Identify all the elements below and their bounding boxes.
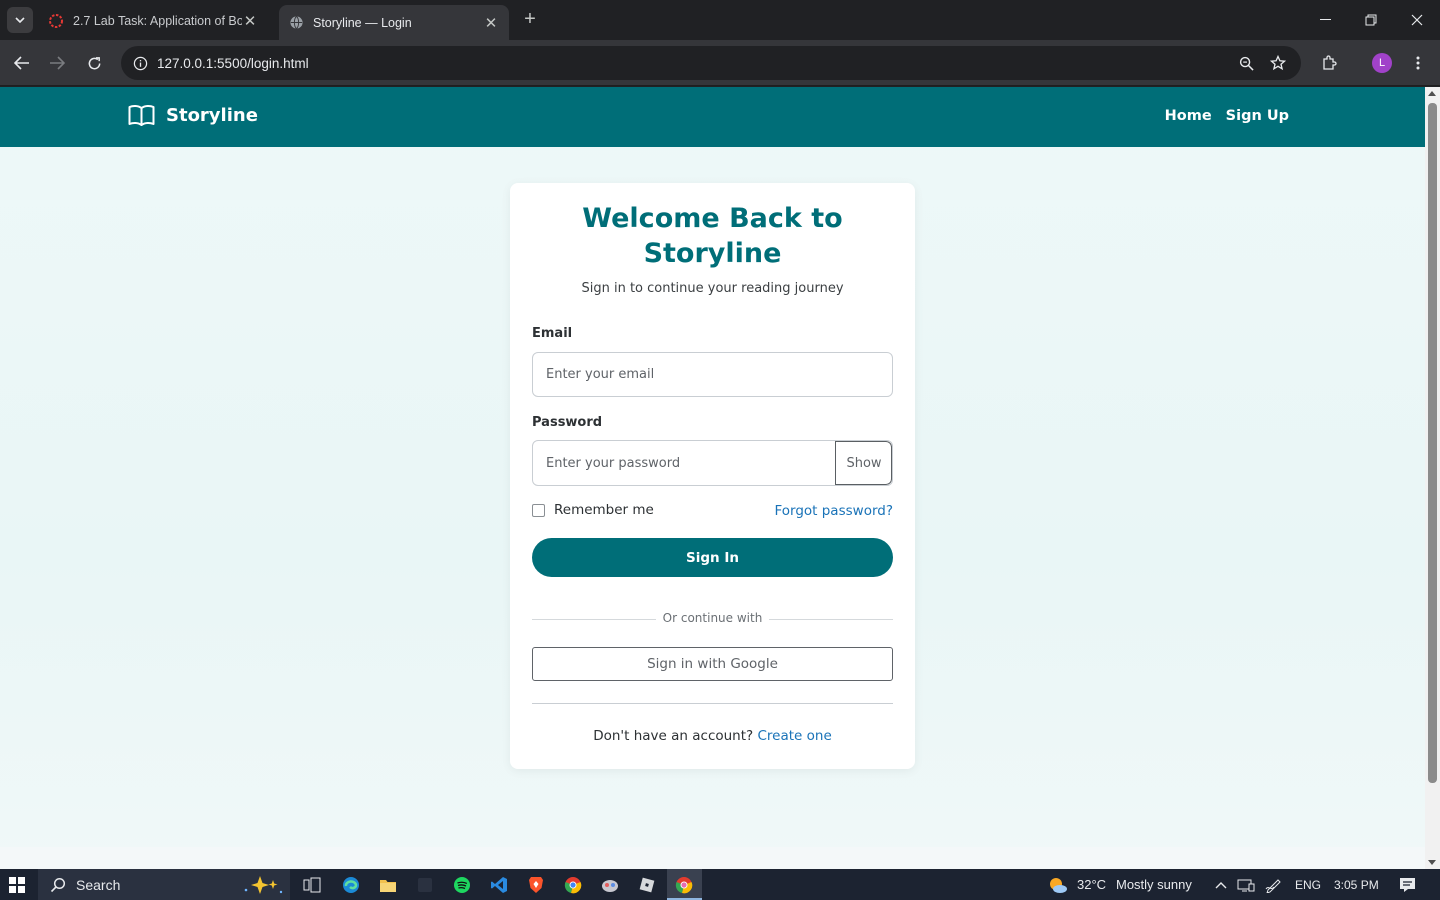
site-info-icon[interactable] [123,46,157,80]
url-text: 127.0.0.1:5500/login.html [157,55,309,71]
separator [532,703,893,704]
system-clock[interactable]: 3:05 PM [1334,878,1379,892]
edge-browser-icon[interactable] [340,874,362,896]
page-title: Welcome Back to Storyline [582,203,843,269]
zoom-icon[interactable] [1235,52,1257,74]
signup-prompt: Don't have an account? Create one [510,728,915,744]
nav-signup-link[interactable]: Sign Up [1226,108,1289,124]
email-input[interactable]: Enter your email [532,352,893,397]
file-explorer-icon[interactable] [377,874,399,896]
roblox-icon[interactable] [636,874,658,896]
show-password-button[interactable]: Show [835,441,892,485]
taskbar-search[interactable]: Search [38,869,290,900]
scroll-thumb[interactable] [1428,103,1437,783]
tab-title: Storyline — Login [313,15,412,30]
email-placeholder: Enter your email [546,367,655,382]
spotify-icon[interactable] [451,874,473,896]
extensions-icon[interactable] [1315,49,1343,77]
windows-start-icon[interactable] [9,877,25,893]
windows-taskbar: Search 32°C Mostly sunny ENG 3:05 PM [0,869,1440,900]
login-card: Welcome Back to Storyline Sign in to con… [510,183,915,769]
tab-search-button[interactable] [7,7,33,33]
create-account-link[interactable]: Create one [758,728,832,744]
brand-logo[interactable]: Storyline [128,104,258,126]
remember-me[interactable]: Remember me [532,502,654,518]
no-account-text: Don't have an account? [593,728,754,744]
google-signin-button[interactable]: Sign in with Google [532,647,893,681]
task-view-icon[interactable] [301,874,323,896]
network-icon[interactable] [1235,874,1257,896]
page-footer-strip [0,847,1425,869]
close-icon[interactable]: ✕ [242,13,258,30]
password-field: Enter your password Show [532,440,893,486]
close-icon[interactable]: ✕ [483,15,499,32]
site-header: Storyline Home Sign Up [0,87,1425,147]
password-placeholder: Enter your password [546,455,681,471]
search-label: Search [76,876,121,893]
remember-checkbox[interactable] [532,503,545,517]
scroll-up-arrow-icon[interactable] [1428,91,1436,96]
restore-icon[interactable] [1348,0,1394,40]
scroll-down-arrow-icon[interactable] [1428,860,1436,865]
globe-icon [290,16,303,29]
profile-avatar[interactable]: L [1372,53,1392,73]
address-bar[interactable]: 127.0.0.1:5500/login.html [121,46,1301,80]
reload-icon[interactable] [80,49,108,77]
new-tab-icon[interactable]: + [520,9,540,30]
chevron-down-icon [15,17,25,23]
notifications-icon[interactable] [1396,874,1418,896]
brave-browser-icon[interactable] [525,874,547,896]
browser-tab-lab-task[interactable]: 2.7 Lab Task: Application of Boo ✕ [38,5,268,36]
weather-description[interactable]: Mostly sunny [1116,877,1192,892]
forgot-password-link[interactable]: Forgot password? [774,503,893,519]
password-label: Password [532,415,603,430]
browser-toolbar: 127.0.0.1:5500/login.html L [0,40,1440,86]
chevron-up-icon[interactable] [1210,874,1232,896]
divider-text: Or continue with [662,611,763,625]
loading-ring-icon [49,13,63,28]
tab-title: 2.7 Lab Task: Application of Boo [73,13,242,28]
forward-arrow-icon[interactable] [43,49,71,77]
weather-temp[interactable]: 32°C [1077,877,1106,892]
back-arrow-icon[interactable] [8,49,36,77]
pen-icon[interactable] [1263,874,1285,896]
menu-kebab-icon[interactable] [1404,49,1432,77]
browser-tab-bar: 2.7 Lab Task: Application of Boo ✕ Story… [0,0,1440,40]
remember-label: Remember me [554,502,654,518]
weather-sun-icon[interactable] [1047,874,1069,896]
window-close-icon[interactable] [1394,0,1440,40]
vscode-icon[interactable] [488,874,510,896]
chrome-icon[interactable] [562,874,584,896]
minimize-icon[interactable] [1302,0,1348,40]
nav-home-link[interactable]: Home [1165,108,1212,124]
email-label: Email [532,326,573,341]
browser-tab-login[interactable]: Storyline — Login ✕ [279,5,509,40]
copilot-sparkle-icon [244,875,283,894]
search-icon [50,877,66,892]
bookmark-star-icon[interactable] [1267,52,1289,74]
game-app-icon[interactable] [599,874,621,896]
divider-line-right [769,619,893,620]
chrome-active-icon[interactable] [673,874,695,896]
page-viewport: Storyline Home Sign Up Welcome Back to S… [0,87,1425,869]
input-language[interactable]: ENG [1295,878,1321,892]
app-icon[interactable] [414,874,436,896]
sign-in-button[interactable]: Sign In [532,538,893,577]
password-input[interactable]: Enter your password [533,441,835,485]
brand-name: Storyline [166,104,258,126]
site-nav: Home Sign Up [1165,108,1289,124]
page-subtitle: Sign in to continue your reading journey [581,281,844,296]
open-book-icon [128,104,155,126]
page-scrollbar[interactable] [1425,87,1440,869]
